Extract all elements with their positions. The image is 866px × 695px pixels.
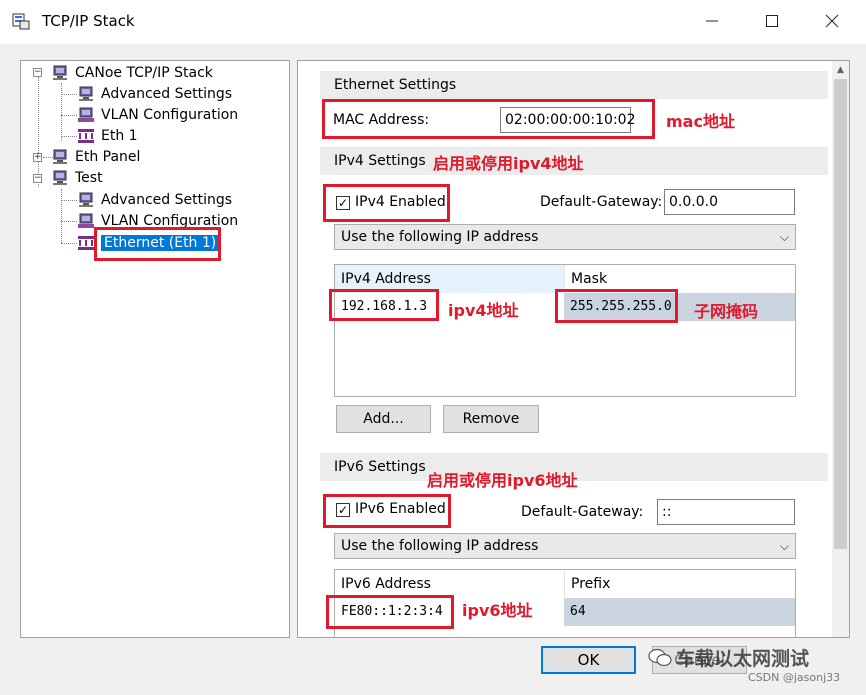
- highlight-ipv6-enabled: [323, 494, 451, 528]
- tree-item-advanced-settings[interactable]: Advanced Settings: [77, 190, 232, 210]
- ipv4-gateway-label: Default-Gateway:: [540, 194, 663, 210]
- add-address-button[interactable]: Add...: [336, 405, 431, 433]
- ipv6-gateway-field[interactable]: ::: [657, 499, 795, 525]
- watermark-text: 车载以太网测试: [676, 648, 810, 670]
- annotation-mask: 子网掩码: [694, 302, 759, 321]
- tree-item-label: CANoe TCP/IP Stack: [75, 65, 213, 81]
- vlan-icon: [78, 213, 94, 228]
- ipv6-gateway-label: Default-Gateway:: [521, 504, 644, 520]
- annotation-ipv6-toggle: 启用或停用ipv6地址: [427, 471, 578, 490]
- tree-item-label: Test: [75, 170, 103, 186]
- prefix-column-header[interactable]: Prefix: [564, 570, 795, 598]
- highlight-ipv6-address: [326, 595, 454, 629]
- annotation-mac: mac地址: [666, 112, 735, 131]
- window-title: TCP/IP Stack: [42, 12, 135, 30]
- tree-item-vlan-configuration[interactable]: VLAN Configuration: [77, 105, 238, 125]
- computer-icon: [79, 86, 93, 101]
- computer-icon: [53, 149, 67, 164]
- ipv6-mode-value: Use the following IP address: [341, 538, 539, 554]
- vertical-scrollbar[interactable]: ▲: [832, 61, 849, 637]
- ipv4-mode-select[interactable]: Use the following IP address ⌵: [334, 224, 796, 250]
- vlan-icon: [78, 107, 94, 122]
- highlight-selected-node: [94, 227, 221, 261]
- scroll-up-icon[interactable]: ▲: [832, 61, 849, 78]
- expand-toggle[interactable]: −: [33, 174, 42, 183]
- expand-toggle[interactable]: −: [33, 68, 42, 77]
- ethernet-settings-header: Ethernet Settings: [320, 71, 828, 99]
- title-bar: TCP/IP Stack: [0, 0, 866, 44]
- computer-icon: [79, 192, 93, 207]
- tree-item-label: Eth Panel: [75, 149, 141, 165]
- close-icon: [825, 14, 839, 28]
- csdn-credit: CSDN @jasonj33: [748, 671, 841, 684]
- maximize-icon: [766, 15, 778, 27]
- highlight-mac-address: [322, 99, 655, 139]
- wechat-icon: [648, 648, 672, 667]
- ipv4-mode-value: Use the following IP address: [341, 229, 539, 245]
- ipv6-address-column-header[interactable]: IPv6 Address: [335, 570, 564, 598]
- prefix-cell[interactable]: 64: [564, 598, 795, 626]
- tree-item-label: VLAN Configuration: [101, 107, 239, 123]
- annotation-ipv4-address: ipv4地址: [448, 301, 519, 320]
- remove-address-button[interactable]: Remove: [443, 405, 539, 433]
- scroll-thumb[interactable]: [834, 79, 847, 549]
- chevron-down-icon: ⌵: [779, 539, 789, 553]
- ok-button[interactable]: OK: [541, 646, 636, 674]
- network-icon: [78, 236, 94, 250]
- highlight-ipv4-address: [329, 289, 439, 321]
- ipv4-gateway-field[interactable]: 0.0.0.0: [664, 189, 795, 215]
- annotation-ipv6-address: ipv6地址: [462, 601, 533, 620]
- tree-item-label: Advanced Settings: [101, 86, 233, 102]
- highlight-ipv4-enabled: [323, 184, 450, 222]
- settings-panel: ▲ Ethernet Settings MAC Address: 02:00:0…: [297, 60, 850, 638]
- tree-item-advanced-settings[interactable]: Advanced Settings: [77, 84, 232, 104]
- ipv4-address-grid[interactable]: IPv4 Address Mask 192.168.1.3 255.255.25…: [334, 264, 796, 397]
- annotation-ipv4-toggle: 启用或停用ipv4地址: [433, 154, 584, 173]
- ipv6-mode-select[interactable]: Use the following IP address ⌵: [334, 533, 796, 559]
- highlight-mask: [555, 289, 678, 323]
- config-tree[interactable]: − CANoe TCP/IP Stack Advanced Settings V…: [20, 60, 290, 638]
- close-button[interactable]: [817, 8, 847, 34]
- tree-item-eth1[interactable]: Eth 1: [77, 126, 138, 146]
- computer-icon: [53, 65, 67, 80]
- computer-icon: [53, 170, 67, 185]
- expand-toggle[interactable]: +: [33, 153, 42, 162]
- tree-item-label: Eth 1: [101, 128, 138, 144]
- minimize-icon: [706, 20, 718, 22]
- tree-item-label: Advanced Settings: [101, 192, 233, 208]
- network-icon: [78, 129, 94, 143]
- network-app-icon: [12, 13, 30, 30]
- tree-item-eth-panel[interactable]: Eth Panel: [51, 147, 140, 167]
- minimize-button[interactable]: [697, 8, 727, 34]
- chevron-down-icon: ⌵: [779, 230, 789, 244]
- tree-item-test[interactable]: Test: [51, 168, 103, 188]
- tree-item-canoe-stack[interactable]: CANoe TCP/IP Stack: [51, 63, 213, 83]
- maximize-button[interactable]: [757, 8, 787, 34]
